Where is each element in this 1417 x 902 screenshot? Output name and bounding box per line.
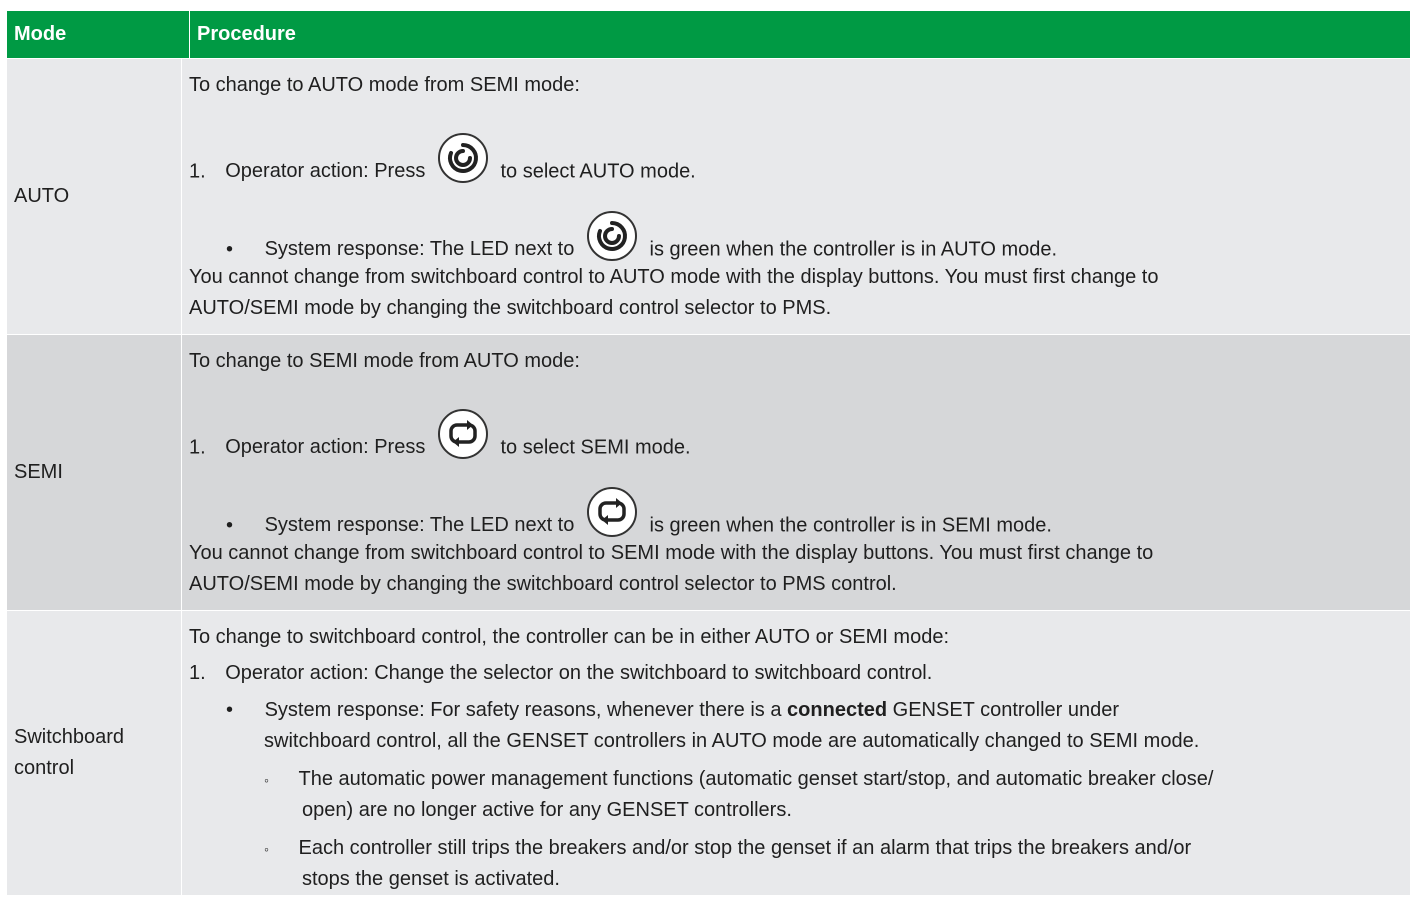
semi-mode-icon [586, 486, 638, 538]
sub-bullet: ◦ [264, 772, 269, 788]
note-line-1: You cannot change from switchboard contr… [189, 542, 1154, 564]
table-row-auto: AUTO To change to AUTO mode from SEMI mo… [7, 58, 1410, 334]
sub-text: The automatic power management functions… [298, 768, 1214, 790]
mode-cell: Switchboard control [7, 611, 182, 895]
response-line-1: • System response: For safety reasons, w… [226, 695, 1119, 726]
auto-mode-icon [586, 210, 638, 262]
sub-text: Each controller still trips the breakers… [298, 837, 1192, 859]
mode-label-line-2: control [14, 757, 75, 779]
response-text-post: is green when the controller is in SEMI … [649, 514, 1052, 537]
table-row-semi: SEMI To change to SEMI mode from AUTO mo… [7, 334, 1410, 610]
intro-text: To change to switchboard control, the co… [189, 626, 950, 648]
sub-bullet-1-line-2: open) are no longer active for any GENSE… [302, 799, 792, 821]
procedure-cell: To change to switchboard control, the co… [182, 611, 1410, 895]
note-line-2: AUTO/SEMI mode by changing the switchboa… [189, 297, 832, 319]
mode-cell: AUTO [7, 59, 182, 334]
bullet: • [226, 514, 234, 537]
procedure-cell: To change to AUTO mode from SEMI mode: 1… [182, 59, 1410, 334]
note-line-2: AUTO/SEMI mode by changing the switchboa… [189, 573, 897, 595]
response-text-post: is green when the controller is in AUTO … [649, 238, 1058, 261]
table-header: Mode Procedure [7, 11, 1410, 58]
header-mode: Mode [7, 11, 190, 58]
step-text-pre: Operator action: Press [225, 160, 426, 183]
intro-text: To change to SEMI mode from AUTO mode: [189, 350, 580, 372]
step-text: Operator action: Change the selector on … [225, 662, 933, 684]
response-text-bold: connected [787, 699, 888, 721]
bullet: • [226, 699, 234, 721]
sub-bullet-2-line-1: ◦ Each controller still trips the breake… [264, 833, 1191, 865]
sub-bullet: ◦ [264, 841, 269, 857]
response-text-b: GENSET controller under [892, 699, 1120, 721]
sub-bullet-1-line-1: ◦ The automatic power management functio… [264, 764, 1213, 796]
response-text-pre: System response: The LED next to [264, 238, 575, 261]
step-text-post: to select AUTO mode. [500, 160, 696, 183]
sub-bullet-2-line-2: stops the genset is activated. [302, 868, 560, 890]
header-procedure: Procedure [197, 23, 296, 45]
step-line: 1. Operator action: Press to select AUTO… [189, 133, 696, 198]
bullet: • [226, 238, 234, 261]
step-number: 1. [189, 662, 206, 684]
note-line-1: You cannot change from switchboard contr… [189, 266, 1159, 288]
step-text-pre: Operator action: Press [225, 436, 426, 459]
step-line: 1. Operator action: Press to select SEMI… [189, 409, 691, 474]
auto-mode-icon [437, 132, 489, 184]
step-number: 1. [189, 160, 206, 183]
response-line-2: switchboard control, all the GENSET cont… [264, 730, 1200, 752]
mode-procedure-table: Mode Procedure AUTO To change to AUTO mo… [7, 11, 1410, 895]
intro-text: To change to AUTO mode from SEMI mode: [189, 74, 580, 96]
response-text-a: System response: For safety reasons, whe… [264, 699, 782, 721]
step-text-post: to select SEMI mode. [500, 436, 691, 459]
semi-mode-icon [437, 408, 489, 460]
procedure-cell: To change to SEMI mode from AUTO mode: 1… [182, 335, 1410, 610]
table-row-switchboard: Switchboard control To change to switchb… [7, 610, 1410, 895]
step-number: 1. [189, 436, 206, 459]
mode-label-line-1: Switchboard [14, 726, 125, 748]
step-line: 1. Operator action: Change the selector … [189, 658, 932, 689]
response-text-pre: System response: The LED next to [264, 514, 575, 537]
mode-cell: SEMI [7, 335, 182, 610]
